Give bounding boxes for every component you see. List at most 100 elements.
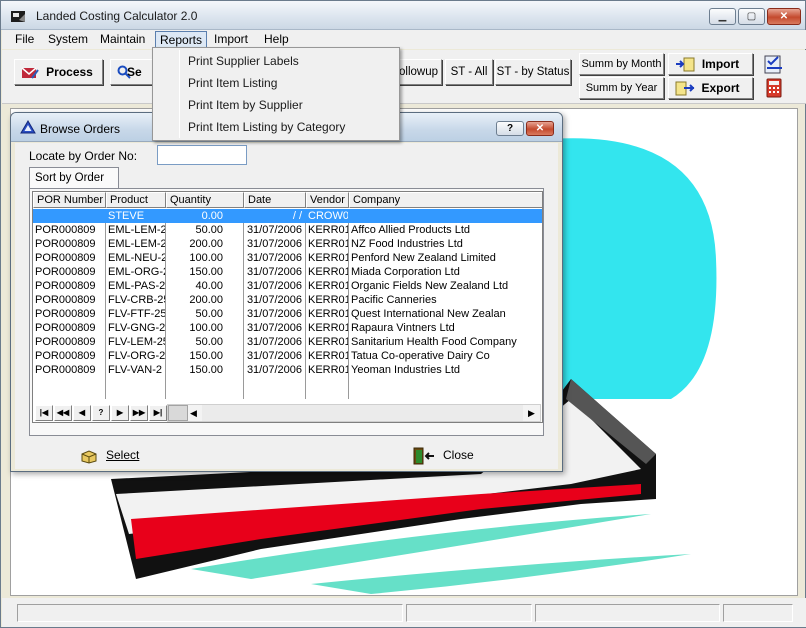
nav-prev-page-button[interactable]: ◀◀: [54, 405, 72, 421]
cell-product: FLV-GNG-2: [108, 322, 165, 334]
table-row[interactable]: STEVE 0.00 / / CROW02: [33, 209, 542, 223]
col-header-vendor[interactable]: Vendor: [306, 192, 349, 208]
st-by-status-label: ST - by Status: [496, 66, 570, 78]
dialog-close-button[interactable]: ✕: [526, 121, 554, 136]
nav-prev-button[interactable]: ◀: [73, 405, 91, 421]
cell-product: EML-PAS-20: [108, 280, 165, 292]
minimize-button[interactable]: ▁: [709, 8, 736, 25]
nav-next-page-button[interactable]: ▶▶: [130, 405, 148, 421]
export-label: Export: [701, 81, 740, 95]
cell-quantity: 100.00: [189, 252, 223, 264]
export-button[interactable]: Export: [668, 77, 753, 99]
summ-by-year-button[interactable]: Summ by Year: [579, 77, 664, 99]
locate-order-input[interactable]: [157, 145, 247, 165]
nav-search-button[interactable]: ?: [92, 405, 110, 421]
menu-print-item-listing-by-category[interactable]: Print Item Listing by Category: [188, 118, 345, 136]
menu-maintain[interactable]: Maintain: [96, 32, 149, 48]
maximize-button[interactable]: ▢: [738, 8, 765, 25]
cell-company: Affco Allied Products Ltd: [351, 224, 471, 236]
grid-body: STEVE 0.00 / / CROW02 POR000809 EML-LEM-25 50.…: [33, 209, 542, 399]
col-header-product[interactable]: Product: [106, 192, 166, 208]
cell-vendor: KERR01: [308, 294, 348, 306]
cell-product: FLV-FTF-25: [108, 308, 165, 320]
window-title: Landed Costing Calculator 2.0: [36, 9, 198, 23]
table-row[interactable]: POR000809 FLV-FTF-25 50.00 31/07/2006 KERR01…: [33, 307, 542, 321]
col-header-company[interactable]: Company: [349, 192, 542, 208]
table-row[interactable]: POR000809 EML-PAS-20 40.00 31/07/2006 KERR01…: [33, 279, 542, 293]
cell-por-number: [33, 209, 105, 223]
table-row[interactable]: POR000809 FLV-CRB-25 200.00 31/07/2006 KERR0…: [33, 293, 542, 307]
toolbar: Process Se ollowup ST - All ST - by Stat…: [2, 50, 806, 104]
status-pane-3: [535, 604, 720, 622]
st-all-label: ST - All: [450, 66, 488, 78]
import-button[interactable]: Import: [668, 53, 753, 75]
followup-button[interactable]: ollowup: [398, 59, 442, 85]
orders-grid: POR Number Product Quantity Date Vendor …: [32, 191, 543, 423]
summ-by-month-button[interactable]: Summ by Month: [579, 53, 664, 75]
summ-by-month-label: Summ by Month: [581, 58, 662, 70]
cell-company: Tatua Co-operative Dairy Co: [351, 350, 490, 362]
table-row[interactable]: POR000809 EML-LEM-25 50.00 31/07/2006 KERR01…: [33, 223, 542, 237]
table-row[interactable]: POR000809 EML-ORG-2 150.00 31/07/2006 KERR01…: [33, 265, 542, 279]
cell-date: 31/07/2006: [246, 238, 302, 250]
table-row[interactable]: POR000809 FLV-VAN-2 150.00 31/07/2006 KERR01…: [33, 363, 542, 377]
search-button[interactable]: Se: [110, 59, 155, 85]
cell-vendor: KERR01: [308, 266, 348, 278]
menu-print-supplier-labels[interactable]: Print Supplier Labels: [188, 52, 299, 70]
dialog-help-button[interactable]: ?: [496, 121, 524, 136]
cell-por-number: POR000809: [35, 280, 96, 292]
import-label: Import: [701, 57, 740, 71]
cell-quantity: 50.00: [195, 224, 223, 236]
process-button[interactable]: Process: [14, 59, 103, 85]
cell-company: Pacific Canneries: [351, 294, 437, 306]
col-header-date[interactable]: Date: [244, 192, 306, 208]
st-by-status-button[interactable]: ST - by Status: [495, 59, 571, 85]
cell-vendor: KERR01: [308, 280, 348, 292]
menu-gutter: [179, 50, 180, 138]
menu-file[interactable]: File: [11, 32, 38, 48]
cell-date: / /: [292, 210, 302, 222]
col-header-quantity[interactable]: Quantity: [166, 192, 244, 208]
cell-date: 31/07/2006: [246, 350, 302, 362]
scroll-right-button[interactable]: ▶: [523, 405, 540, 421]
nav-first-button[interactable]: |◀: [35, 405, 53, 421]
cell-date: 31/07/2006: [246, 322, 302, 334]
scroll-thumb[interactable]: [168, 405, 188, 421]
nav-last-button[interactable]: ▶|: [149, 405, 167, 421]
tab-panel: POR Number Product Quantity Date Vendor …: [29, 188, 544, 436]
select-button[interactable]: Select: [80, 443, 139, 467]
table-row[interactable]: POR000809 FLV-LEM-25 50.00 31/07/2006 KERR01…: [33, 335, 542, 349]
cell-por-number: POR000809: [35, 364, 96, 376]
locate-label: Locate by Order No:: [29, 149, 138, 163]
tab-sort-by-order-no[interactable]: Sort by Order No: [29, 167, 119, 204]
st-all-button[interactable]: ST - All: [445, 59, 493, 85]
app-icon: [11, 11, 25, 22]
cell-date: 31/07/2006: [246, 252, 302, 264]
cell-company: Rapaura Vintners Ltd: [351, 322, 455, 334]
status-pane-1: [17, 604, 403, 622]
table-row[interactable]: POR000809 FLV-GNG-2 100.00 31/07/2006 KERR01…: [33, 321, 542, 335]
browse-orders-dialog: Browse Orders ? ✕ Locate by Order No: So…: [10, 112, 563, 472]
cell-quantity: 150.00: [189, 350, 223, 362]
dialog-title: Browse Orders: [40, 122, 121, 136]
horizontal-scrollbar[interactable]: ◀ ▶: [167, 404, 541, 422]
menu-print-item-listing[interactable]: Print Item Listing: [188, 74, 277, 92]
menu-print-item-by-supplier[interactable]: Print Item by Supplier: [188, 96, 303, 114]
close-button[interactable]: Close: [413, 443, 474, 467]
cell-quantity: 50.00: [195, 336, 223, 348]
table-row[interactable]: POR000809 EML-LEM-25 200.00 31/07/2006 KERR0…: [33, 237, 542, 251]
menu-system[interactable]: System: [44, 32, 92, 48]
calculator-icon[interactable]: [766, 78, 782, 98]
col-header-por-number[interactable]: POR Number: [33, 192, 106, 208]
select-label: Select: [106, 448, 140, 462]
menu-help[interactable]: Help: [260, 32, 293, 48]
window-close-button[interactable]: ✕: [767, 8, 801, 25]
cell-por-number: POR000809: [35, 238, 96, 250]
table-row[interactable]: POR000809 FLV-ORG-2 150.00 31/07/2006 KERR01…: [33, 349, 542, 363]
nav-next-button[interactable]: ▶: [111, 405, 129, 421]
menu-import[interactable]: Import: [210, 32, 252, 48]
box-icon: [81, 450, 97, 464]
table-row[interactable]: POR000809 EML-NEU-25 100.00 31/07/2006 KERR0…: [33, 251, 542, 265]
process-label: Process: [46, 65, 93, 79]
checklist-icon[interactable]: [762, 53, 786, 75]
